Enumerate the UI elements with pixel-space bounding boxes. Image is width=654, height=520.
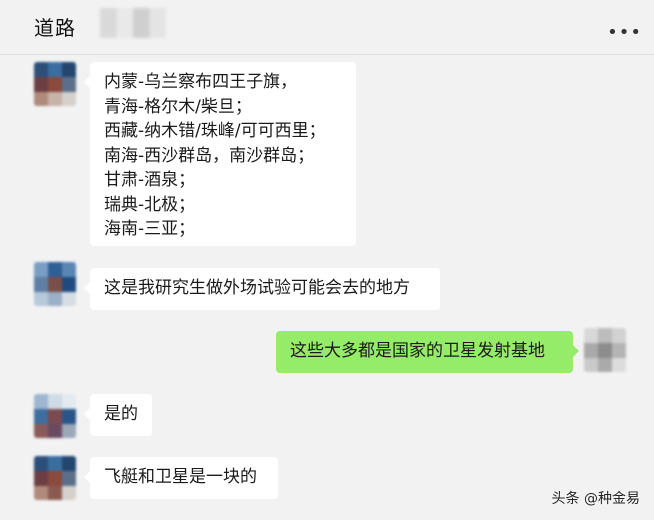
message-line: 青海-格尔木/柴旦； bbox=[104, 96, 252, 117]
message-text: 这些大多都是国家的卫星发射基地 bbox=[290, 341, 545, 361]
avatar-other[interactable] bbox=[34, 62, 76, 106]
message-text: 这是我研究生做外场试验可能会去的地方 bbox=[104, 278, 410, 298]
avatar-me[interactable] bbox=[584, 328, 626, 372]
message-bubble-me[interactable]: 这些大多都是国家的卫星发射基地 bbox=[276, 331, 579, 373]
avatar-other[interactable] bbox=[34, 456, 76, 500]
avatar-other[interactable] bbox=[34, 262, 76, 306]
message-line: 瑞典-北极； bbox=[104, 194, 196, 215]
avatar-other[interactable] bbox=[34, 394, 76, 438]
message-line: 南海-西沙群岛，南沙群岛； bbox=[104, 145, 315, 166]
message-text: 是的 bbox=[104, 404, 138, 424]
more-dots-icon[interactable]: ••• bbox=[607, 22, 642, 43]
watermark: 头条 @种金易 bbox=[551, 491, 640, 507]
message-line: 甘肃-酒泉； bbox=[104, 170, 196, 190]
message-line: 内蒙-乌兰察布四王子旗， bbox=[104, 72, 298, 92]
message-bubble[interactable]: 这是我研究生做外场试验可能会去的地方 bbox=[84, 268, 440, 310]
message-bubble[interactable]: 是的 bbox=[84, 394, 152, 436]
message-line: 海南-三亚； bbox=[104, 219, 196, 239]
chat-header: 道路 ••• bbox=[0, 0, 654, 55]
message-text: 飞艇和卫星是一块的 bbox=[104, 467, 257, 487]
message-bubble[interactable]: 内蒙-乌兰察布四王子旗， 青海-格尔木/柴旦； 西藏-纳木错/珠峰/可可西里； … bbox=[84, 62, 356, 246]
chat-title: 道路 bbox=[34, 16, 76, 40]
blurred-title-mosaic bbox=[100, 8, 166, 38]
message-line: 西藏-纳木错/珠峰/可可西里； bbox=[104, 121, 326, 141]
message-bubble[interactable]: 飞艇和卫星是一块的 bbox=[84, 457, 278, 499]
